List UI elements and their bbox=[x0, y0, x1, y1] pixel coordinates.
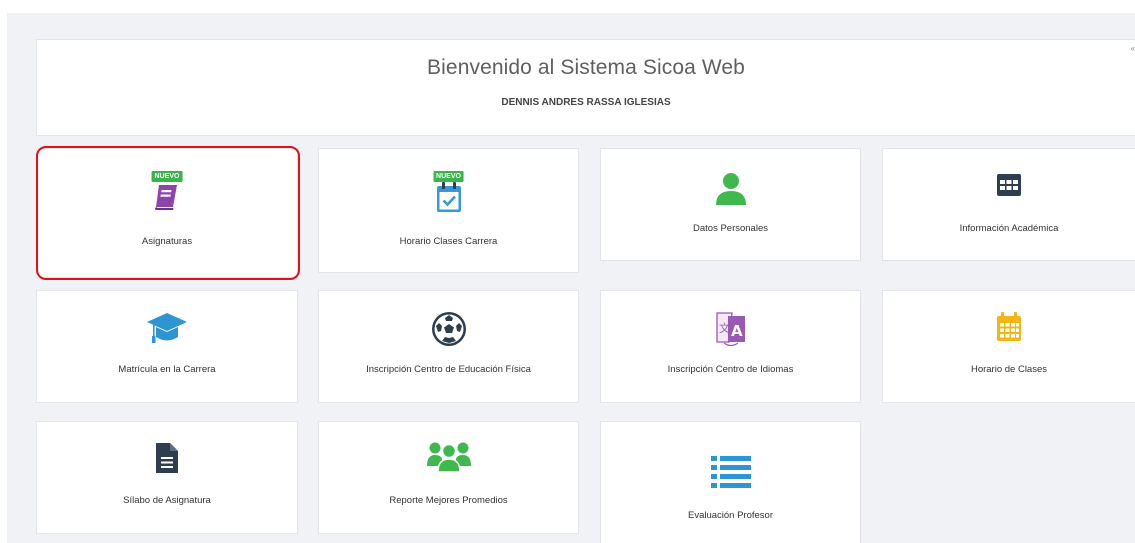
tile-reporte-mejores-promedios[interactable]: Reporte Mejores Promedios bbox=[318, 421, 579, 534]
tile-evaluacion-profesor[interactable]: Evaluación Profesor bbox=[600, 421, 861, 543]
table-icon bbox=[996, 173, 1022, 202]
group-icon bbox=[426, 440, 471, 477]
tile-label: Datos Personales bbox=[693, 223, 768, 234]
book-icon bbox=[152, 182, 182, 217]
tile-datos-personales[interactable]: Datos Personales bbox=[600, 148, 861, 261]
document-icon bbox=[155, 442, 179, 479]
tile-informacion-academica[interactable]: Información Académica bbox=[882, 148, 1135, 261]
tile-label: Horario Clases Carrera bbox=[399, 236, 498, 247]
translate-icon: 文 A bbox=[714, 310, 748, 353]
calendar-icon bbox=[995, 311, 1023, 348]
tile-horario-clases-carrera[interactable]: NUEVO Horario Clases Carrera bbox=[318, 148, 579, 273]
tile-centro-educacion-fisica[interactable]: Inscripción Centro de Educación Física bbox=[318, 290, 579, 403]
page-title: Bienvenido al Sistema Sicoa Web bbox=[427, 56, 745, 79]
tile-silabo-asignatura[interactable]: Sílabo de Asignatura bbox=[36, 421, 298, 534]
tile-label: Matrícula en la Carrera bbox=[118, 364, 216, 375]
welcome-panel: Bienvenido al Sistema Sicoa Web DENNIS A… bbox=[36, 39, 1135, 136]
tile-label: Sílabo de Asignatura bbox=[123, 495, 211, 506]
new-badge: NUEVO bbox=[151, 171, 183, 182]
user-icon bbox=[714, 172, 748, 211]
tile-asignaturas[interactable]: NUEVO Asignaturas bbox=[36, 148, 298, 278]
tile-label: Información Académica bbox=[959, 223, 1059, 234]
tile-label: Reporte Mejores Promedios bbox=[389, 495, 508, 506]
soccer-ball-icon bbox=[431, 311, 467, 352]
tile-label: Inscripción Centro de Educación Física bbox=[366, 364, 531, 375]
tile-label: Asignaturas bbox=[141, 236, 193, 247]
graduation-cap-icon bbox=[146, 309, 188, 354]
tile-label: Evaluación Profesor bbox=[687, 510, 774, 521]
svg-text:A: A bbox=[731, 322, 743, 340]
tile-centro-idiomas[interactable]: 文 A Inscripción Centro de Idiomas bbox=[600, 290, 861, 403]
tile-horario-de-clases[interactable]: Horario de Clases bbox=[882, 290, 1135, 403]
calendar-check-icon bbox=[434, 181, 464, 220]
list-icon bbox=[710, 455, 751, 494]
tile-matricula-carrera[interactable]: Matrícula en la Carrera bbox=[36, 290, 298, 403]
collapse-icon[interactable]: « bbox=[1131, 44, 1135, 53]
tile-label: Horario de Clases bbox=[970, 364, 1048, 375]
tile-label: Inscripción Centro de Idiomas bbox=[667, 364, 794, 375]
user-name: DENNIS ANDRES RASSA IGLESIAS bbox=[501, 97, 671, 108]
